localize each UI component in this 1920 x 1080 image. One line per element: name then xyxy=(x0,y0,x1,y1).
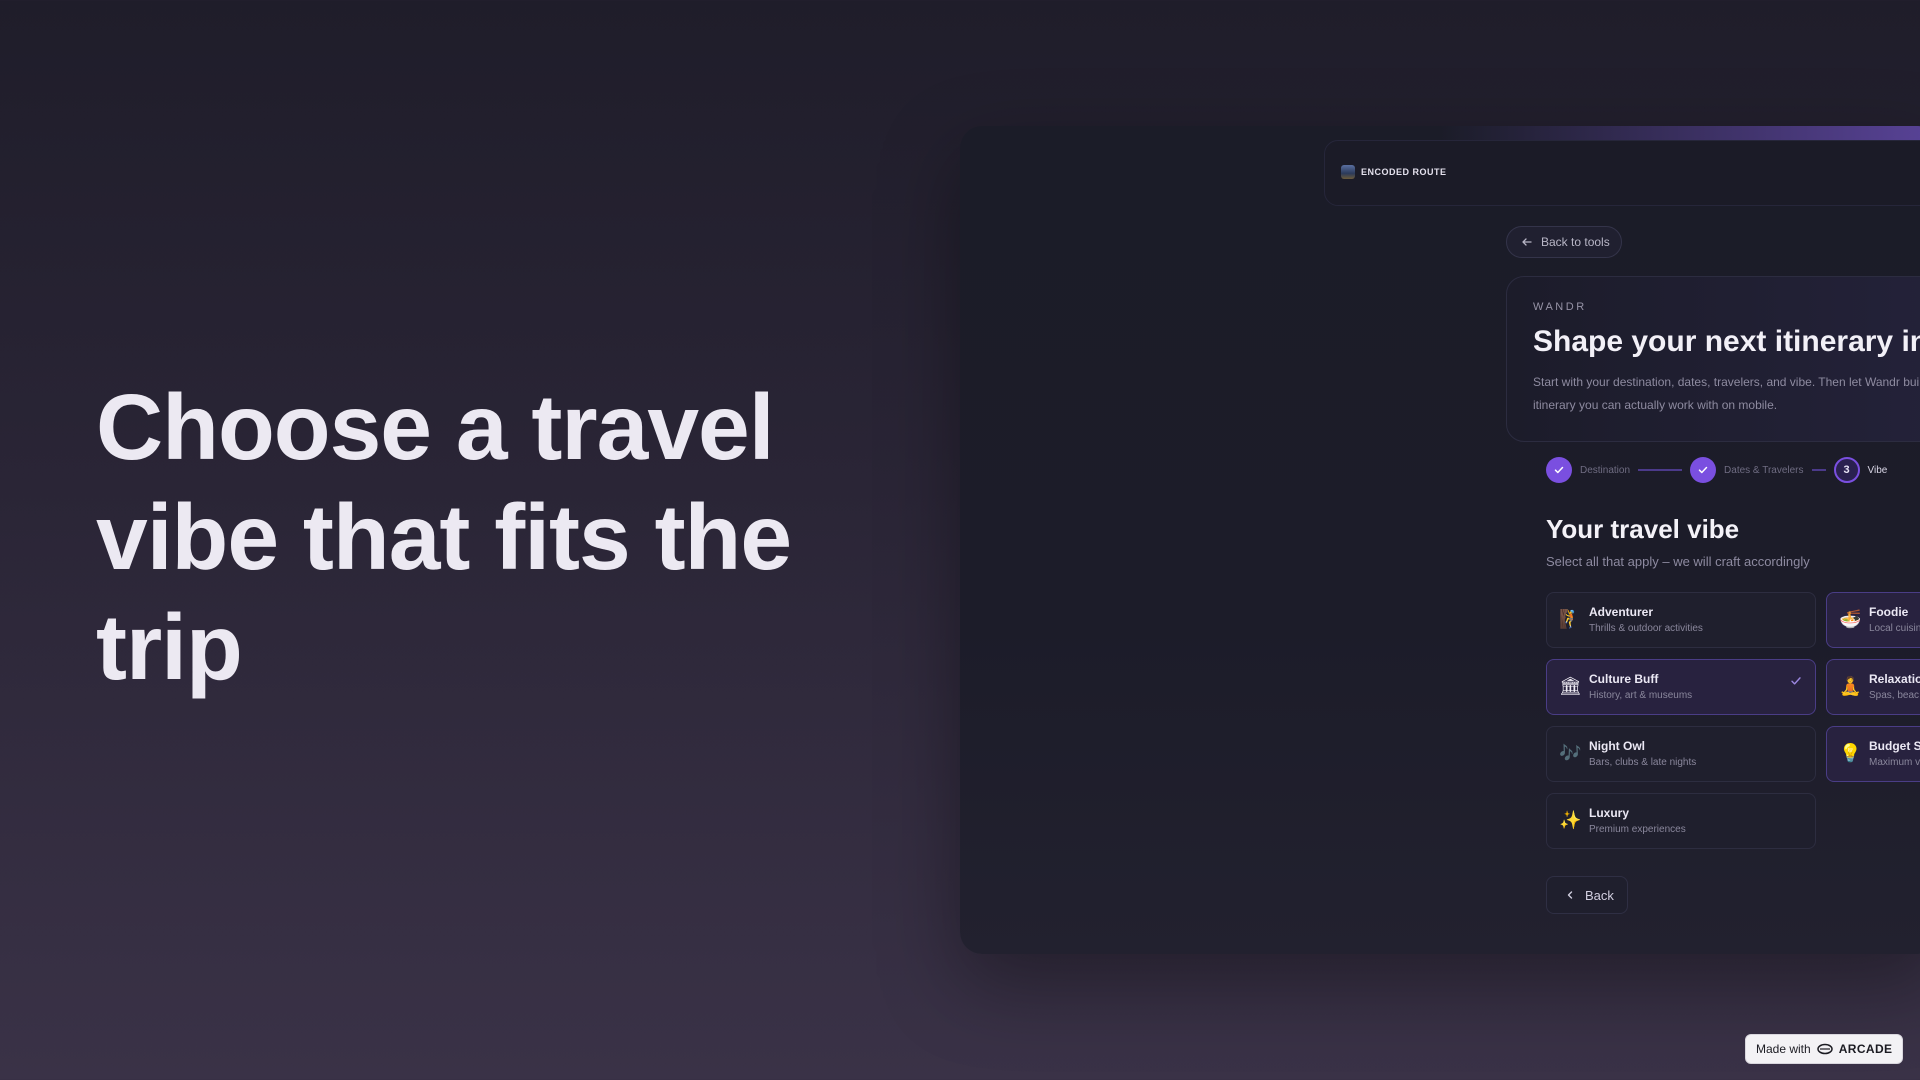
intro-title: Shape your next itinerary in a xyxy=(1533,325,1920,358)
intro-desc-line-2: itinerary you can actually work with on … xyxy=(1533,398,1778,412)
vibe-option-name: Foodie xyxy=(1869,605,1909,619)
vibe-option-name: Luxury xyxy=(1589,806,1630,820)
logo-mark-icon xyxy=(1341,165,1355,179)
logo[interactable]: ENCODED ROUTE xyxy=(1341,165,1447,179)
relaxation-icon: 🧘 xyxy=(1839,676,1862,696)
step-vibe-label: Vibe xyxy=(1867,464,1888,476)
vibe-option-name: Culture Buff xyxy=(1589,672,1659,686)
step-vibe-number: 3 xyxy=(1833,457,1860,483)
vibe-section-title: Your travel vibe xyxy=(1546,514,1740,544)
chevron-left-icon xyxy=(1567,891,1573,899)
vibe-option-adventurer[interactable]: 🧗 Adventurer Thrills & outdoor activitie… xyxy=(1546,592,1816,648)
vibe-option-culture-buff[interactable]: 🏛 Culture Buff History, art & museums xyxy=(1546,659,1816,715)
check-icon xyxy=(1791,677,1801,685)
vibe-option-name: Relaxatio xyxy=(1869,672,1920,686)
logo-text: ENCODED ROUTE xyxy=(1361,167,1447,177)
vibe-option-desc: Maximum v xyxy=(1869,757,1920,768)
vibe-option-luxury[interactable]: ✨ Luxury Premium experiences xyxy=(1546,793,1816,849)
headline-line-1: Choose a travel xyxy=(96,375,775,479)
vibe-option-desc: Premium experiences xyxy=(1589,824,1686,835)
arrow-left-icon xyxy=(1522,238,1532,246)
back-button[interactable]: Back xyxy=(1546,876,1628,914)
made-with-label: Made with xyxy=(1756,1042,1811,1056)
top-glow xyxy=(1440,126,1920,140)
adventurer-icon: 🧗 xyxy=(1559,609,1582,629)
vibe-option-budget[interactable]: 💡 Budget S Maximum v xyxy=(1826,726,1920,782)
vibe-option-relaxation[interactable]: 🧘 Relaxatio Spas, beac xyxy=(1826,659,1920,715)
headline-line-3: trip xyxy=(96,595,243,699)
step-destination-check-icon xyxy=(1546,457,1572,483)
eyebrow: WANDR xyxy=(1533,301,1587,313)
arcade-logo-icon xyxy=(1816,1043,1833,1055)
budget-icon: 💡 xyxy=(1839,743,1862,763)
vibe-option-desc: Local cuisin xyxy=(1869,623,1920,634)
step-destination-label: Destination xyxy=(1580,464,1631,476)
arcade-brand: ARCADE xyxy=(1838,1042,1893,1056)
vibe-option-desc: Bars, clubs & late nights xyxy=(1589,757,1697,768)
made-with-arcade-badge[interactable]: Made with ARCADE xyxy=(1745,1034,1903,1064)
back-to-tools-button[interactable]: Back to tools xyxy=(1506,226,1622,258)
vibe-section-subtitle: Select all that apply – we will craft ac… xyxy=(1546,554,1810,569)
vibe-option-desc: Spas, beac xyxy=(1869,690,1920,701)
step-connector xyxy=(1638,469,1683,471)
intro-card: WANDR Shape your next itinerary in a Sta… xyxy=(1506,276,1920,442)
hero-headline: Choose a travel vibe that fits the trip xyxy=(96,372,856,702)
vibe-option-night-owl[interactable]: 🎶 Night Owl Bars, clubs & late nights xyxy=(1546,726,1816,782)
vibe-option-name: Night Owl xyxy=(1589,739,1645,753)
foodie-icon: 🍜 xyxy=(1839,609,1862,629)
intro-desc-line-1: Start with your destination, dates, trav… xyxy=(1533,375,1920,389)
app-header: ENCODED ROUTE xyxy=(1324,140,1920,206)
vibe-option-foodie[interactable]: 🍜 Foodie Local cuisin xyxy=(1826,592,1920,648)
sparkles-icon: ✨ xyxy=(1559,810,1582,830)
museum-icon: 🏛 xyxy=(1559,676,1582,696)
app-preview-frame: ENCODED ROUTE Back to tools WANDR Shape … xyxy=(960,126,1920,954)
vibe-option-name: Adventurer xyxy=(1589,605,1654,619)
vibe-option-desc: Thrills & outdoor activities xyxy=(1589,623,1703,634)
intro-description: Start with your destination, dates, trav… xyxy=(1533,371,1920,417)
back-to-tools-label: Back to tools xyxy=(1541,235,1610,249)
night-owl-icon: 🎶 xyxy=(1559,743,1582,763)
step-dates-label: Dates & Travelers xyxy=(1724,464,1804,476)
back-button-label: Back xyxy=(1585,887,1614,903)
step-connector xyxy=(1811,469,1826,471)
headline-line-2: vibe that fits the xyxy=(96,485,792,589)
vibe-option-desc: History, art & museums xyxy=(1589,690,1693,701)
progress-stepper: Destination Dates & Travelers 3 Vibe xyxy=(1546,456,1895,484)
step-dates-check-icon xyxy=(1690,457,1717,483)
vibe-option-name: Budget S xyxy=(1869,739,1920,753)
